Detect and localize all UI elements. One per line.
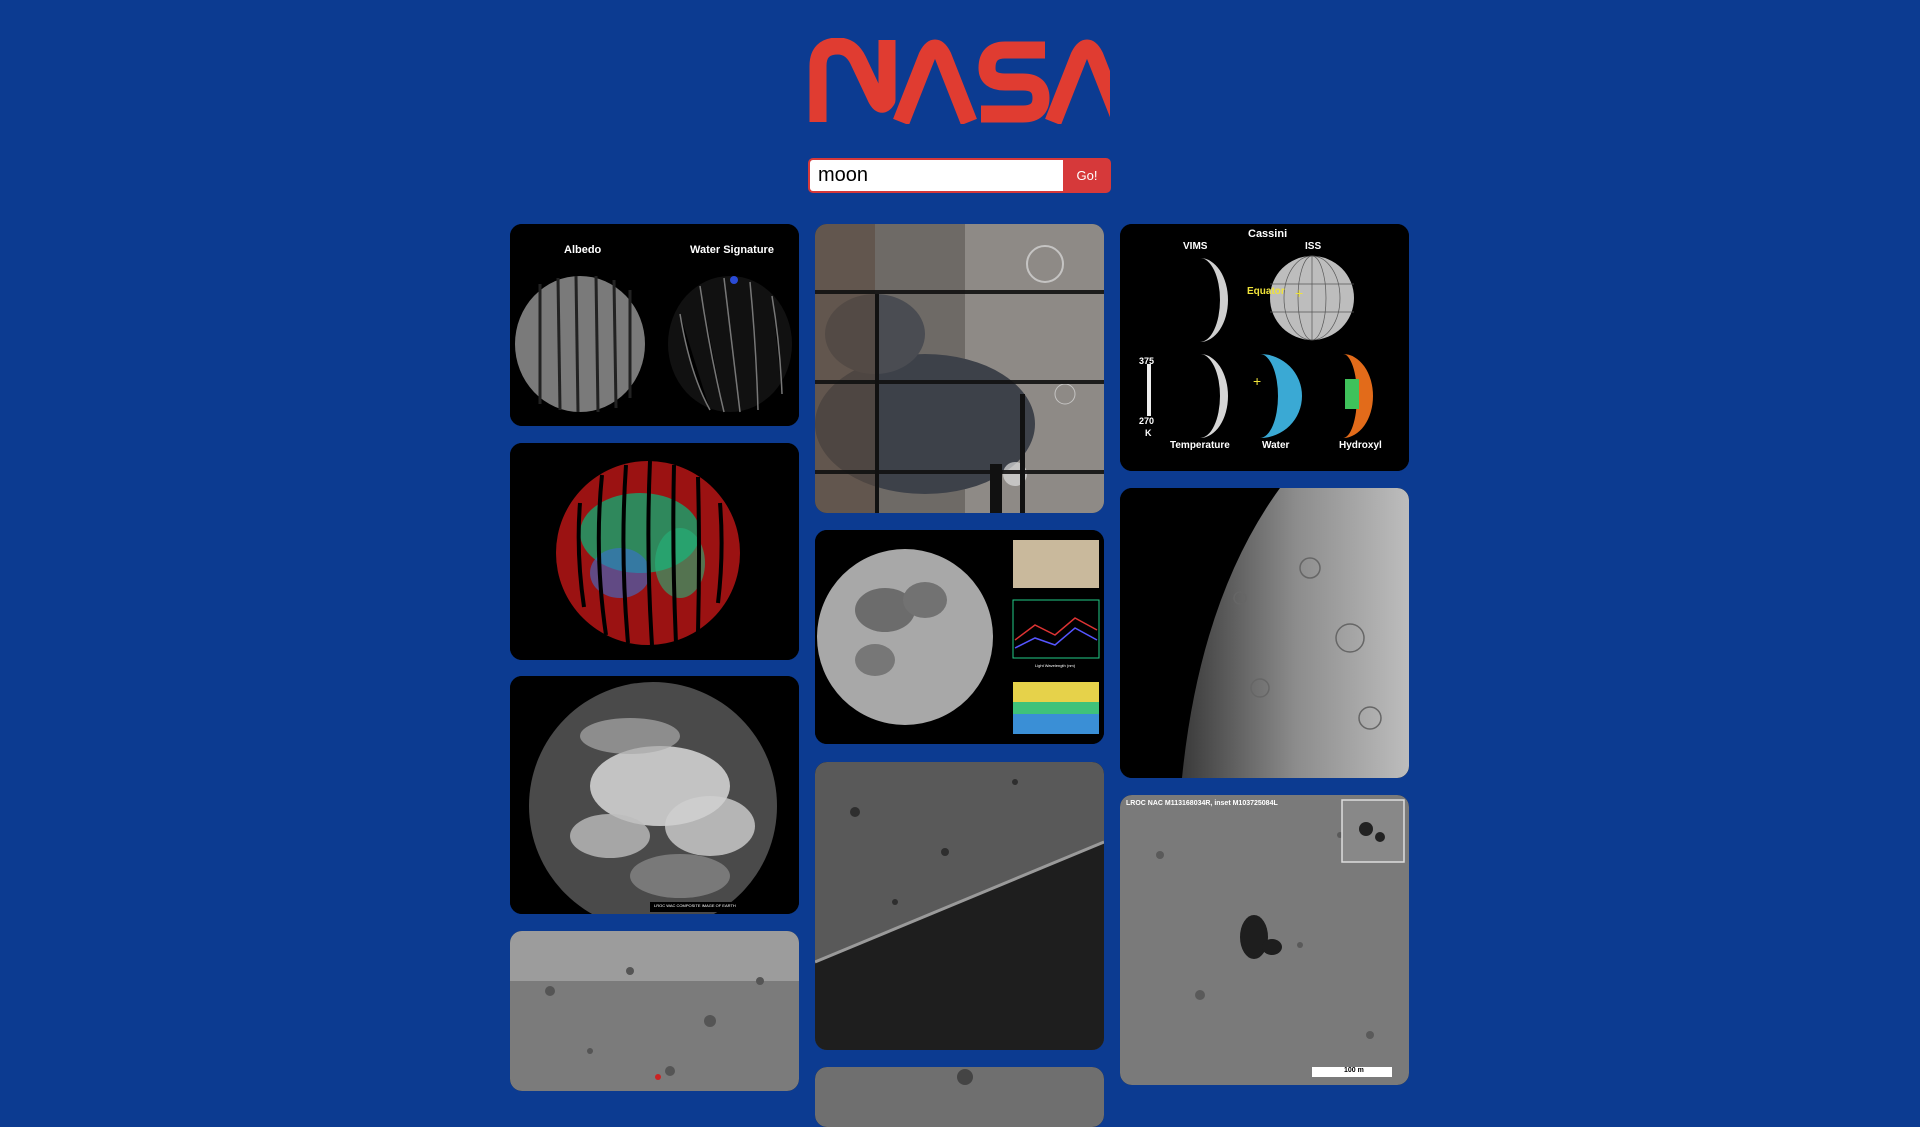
search-input[interactable]	[808, 158, 1063, 193]
cassini-title: Cassini	[1248, 228, 1288, 240]
earth-caption: LROC WAC COMPOSITE IMAGE OF EARTH	[654, 903, 736, 908]
svg-text:+: +	[1253, 373, 1261, 389]
earth-image	[510, 676, 799, 914]
temperature-label: Temperature	[1170, 440, 1230, 451]
scale-unit-label: K	[1145, 428, 1152, 438]
result-albedo-water[interactable]: Albedo Water Signature	[510, 224, 799, 426]
result-cassini[interactable]: + + Cassini VIMS ISS Equator 375 270 K T…	[1120, 224, 1409, 471]
result-color-globe[interactable]	[510, 443, 799, 660]
equator-label: Equator	[1247, 286, 1285, 297]
water-signature-label: Water Signature	[690, 244, 774, 256]
result-crater-field[interactable]	[510, 931, 799, 1091]
result-lroc-nac[interactable]: LROC NAC M113168034R, inset M103725084L …	[1120, 795, 1409, 1085]
cassini-image: + +	[1120, 224, 1409, 471]
partial-bottom-image	[815, 1067, 1104, 1127]
result-lunar-mosaic[interactable]	[815, 224, 1104, 513]
lunar-mosaic-image	[815, 224, 1104, 513]
hydroxyl-label: Hydroxyl	[1339, 440, 1382, 451]
water-label: Water	[1262, 440, 1290, 451]
moon-limb-image	[1120, 488, 1409, 778]
svg-text:+: +	[1295, 285, 1303, 301]
full-moon-spectra-image	[815, 530, 1104, 744]
vims-label: VIMS	[1183, 241, 1208, 252]
go-button[interactable]: Go!	[1063, 158, 1111, 193]
result-partial-bottom[interactable]	[815, 1067, 1104, 1127]
lroc-nac-scale: 100 m	[1344, 1067, 1364, 1074]
albedo-label: Albedo	[564, 244, 602, 256]
crater-field-image	[510, 931, 799, 1091]
scale-max-label: 375	[1139, 356, 1155, 366]
lroc-nac-image	[1120, 795, 1409, 1085]
color-globe-image	[510, 443, 799, 660]
result-crater-slope[interactable]	[815, 762, 1104, 1050]
scale-min-label: 270	[1139, 416, 1155, 426]
spectra-xlabel: Light Wavelength (nm)	[1035, 663, 1076, 668]
search-bar: Go!	[808, 158, 1111, 193]
result-full-moon-spectra[interactable]: Light Wavelength (nm)	[815, 530, 1104, 744]
crater-slope-image	[815, 762, 1104, 1050]
nasa-logo	[809, 38, 1110, 124]
result-earth[interactable]: LROC WAC COMPOSITE IMAGE OF EARTH	[510, 676, 799, 914]
iss-label: ISS	[1305, 241, 1322, 252]
lroc-nac-caption: LROC NAC M113168034R, inset M103725084L	[1126, 800, 1278, 807]
result-moon-limb[interactable]	[1120, 488, 1409, 778]
